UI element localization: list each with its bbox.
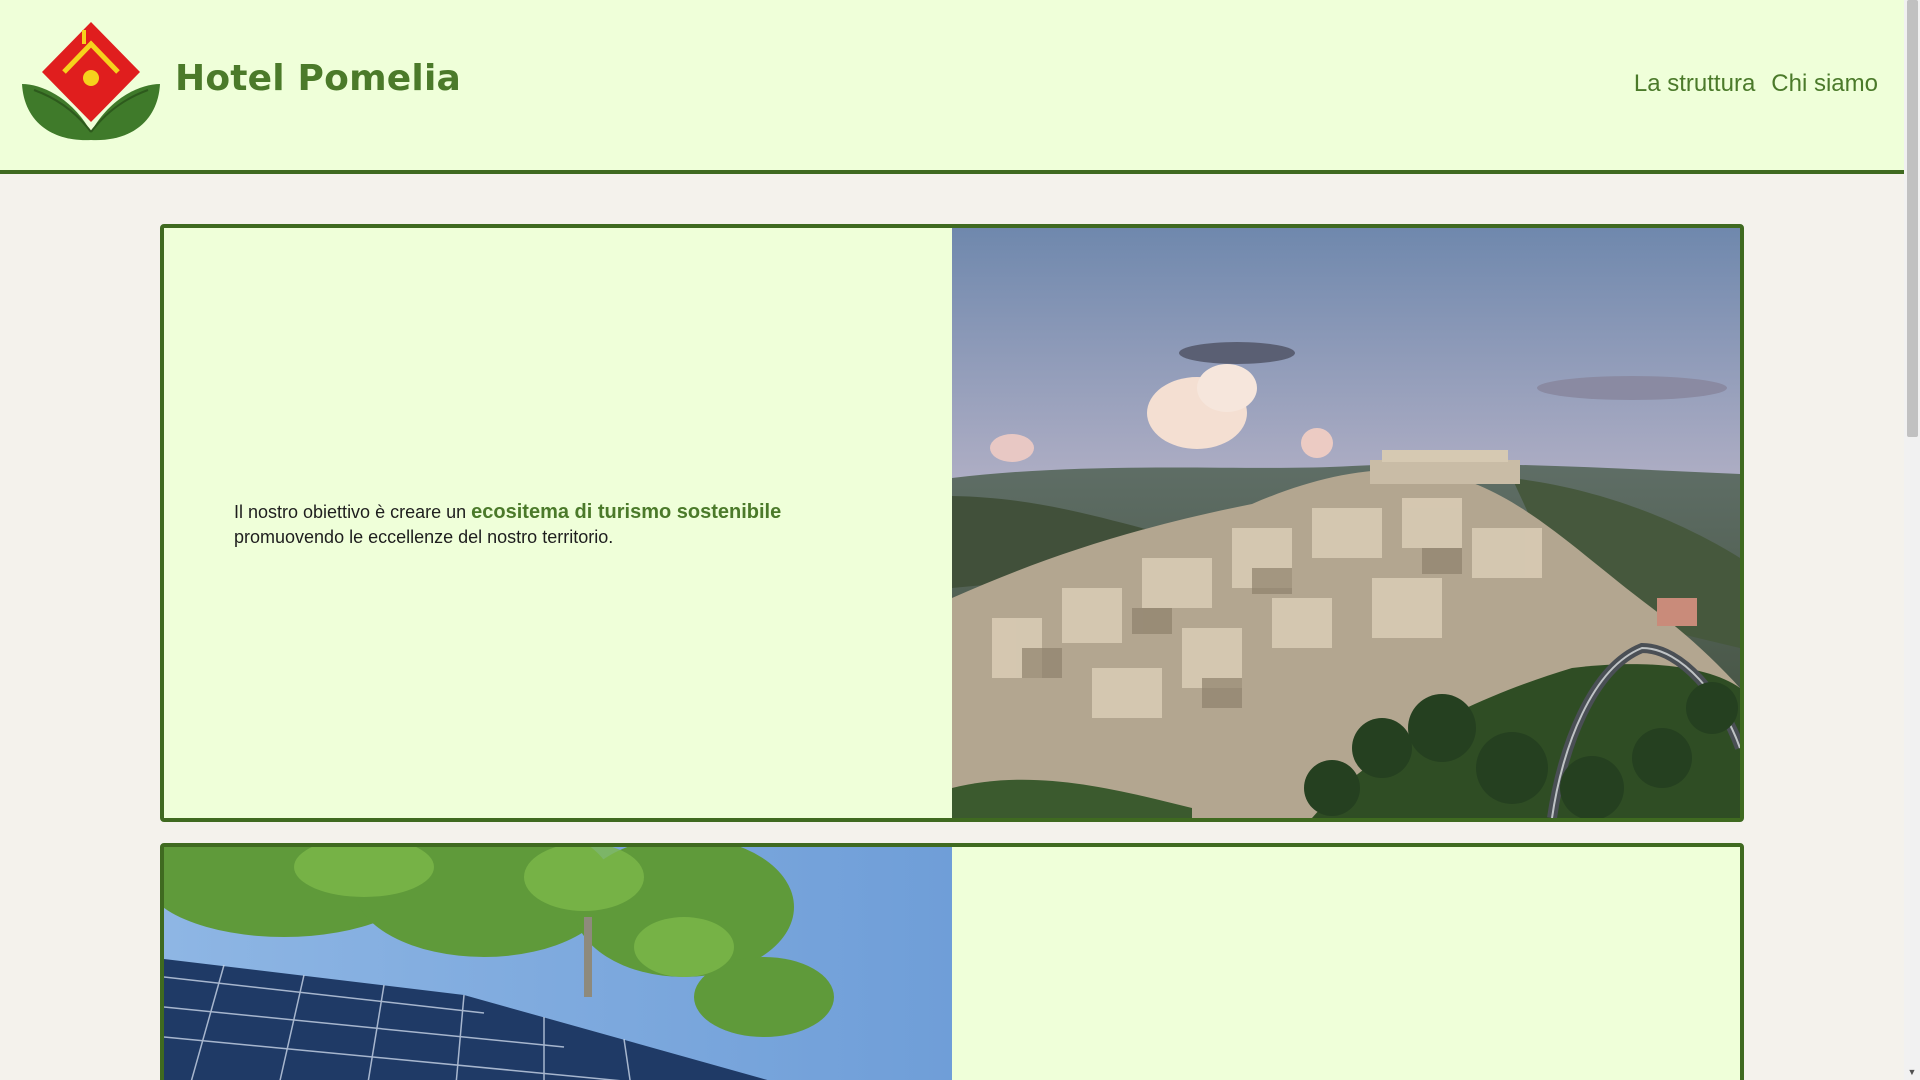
brand-name[interactable]: Hotel Pomelia [175, 58, 461, 99]
scroll-down-arrow-icon[interactable]: ▼ [1907, 1067, 1917, 1077]
scrollbar-thumb[interactable] [1907, 0, 1918, 437]
mission-text-pane: Il nostro obiettivo è creare un ecositem… [164, 228, 952, 818]
mission-text: Il nostro obiettivo è creare un ecositem… [234, 500, 781, 550]
main-nav: La struttura Chi siamo [1634, 70, 1878, 98]
vertical-scrollbar[interactable]: ▼ [1904, 0, 1920, 1080]
town-photo [952, 228, 1740, 818]
solar-text-pane [952, 847, 1740, 1080]
solar-card [160, 843, 1744, 1080]
mission-text-before: Il nostro obiettivo è creare un [234, 502, 472, 522]
nav-la-struttura[interactable]: La struttura [1634, 70, 1755, 98]
mission-highlight: ecositema di turismo sostenibile [471, 501, 782, 523]
mission-text-after: promuovendo le eccellenze del nostro ter… [234, 527, 614, 547]
mission-card: Il nostro obiettivo è creare un ecositem… [160, 224, 1744, 822]
site-header: Hotel Pomelia La struttura Chi siamo [0, 0, 1904, 174]
solar-panels-image [164, 847, 952, 1080]
nav-chi-siamo[interactable]: Chi siamo [1771, 70, 1878, 98]
hotel-logo-icon[interactable] [20, 20, 162, 142]
hilltop-town-image [952, 228, 1740, 818]
solar-photo [164, 847, 952, 1080]
